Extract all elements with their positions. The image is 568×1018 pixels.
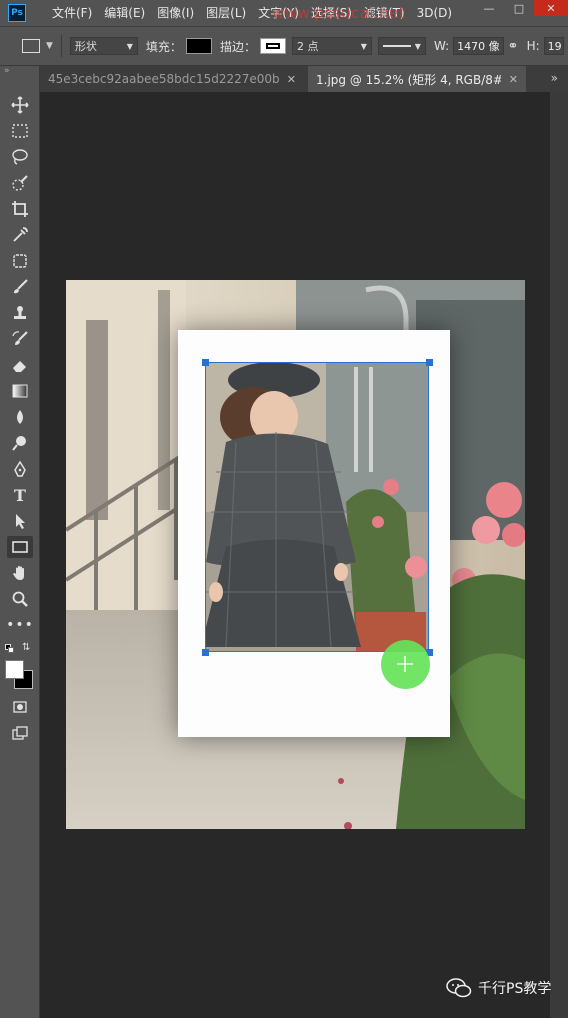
- fill-label: 填充：: [145, 39, 182, 54]
- path-select-icon[interactable]: [7, 510, 33, 532]
- tools-panel: » T ••• ⇅: [0, 66, 40, 1018]
- crop-icon[interactable]: [7, 198, 33, 220]
- stroke-width-value: 2 点: [296, 40, 319, 53]
- site-watermark: www.pssucai.net: [272, 4, 406, 22]
- shape-tool-preset-icon[interactable]: [22, 39, 40, 53]
- gradient-icon[interactable]: [7, 380, 33, 402]
- screen-mode-icon[interactable]: [7, 722, 33, 744]
- height-label: H:: [526, 39, 540, 53]
- collapse-panel-icon[interactable]: »: [4, 66, 10, 76]
- transform-handle-top-right[interactable]: [426, 359, 433, 366]
- menu-edit[interactable]: 编辑(E): [98, 0, 151, 26]
- more-tools-icon[interactable]: •••: [6, 614, 33, 636]
- stroke-swatch[interactable]: [259, 38, 286, 54]
- link-icon[interactable]: ⚭: [508, 39, 519, 54]
- quick-select-icon[interactable]: [7, 172, 33, 194]
- document-tabbar: 45e3cebc92aabee58bdc15d2227e00bb.jpg ✕ 1…: [0, 66, 568, 92]
- hand-icon[interactable]: [7, 562, 33, 584]
- wechat-icon: [446, 978, 472, 998]
- tab-label: 45e3cebc92aabee58bdc15d2227e00bb.jpg: [48, 72, 279, 86]
- marquee-icon[interactable]: [7, 120, 33, 142]
- clipped-photo-layer[interactable]: [206, 362, 429, 652]
- blur-icon[interactable]: [7, 406, 33, 428]
- chevron-down-icon: ▼: [360, 41, 367, 51]
- window-controls: — □ ✕: [474, 0, 568, 26]
- stroke-label: 描边：: [219, 39, 256, 54]
- healing-icon[interactable]: [7, 250, 33, 272]
- width-input[interactable]: 1470 像: [453, 37, 504, 55]
- options-bar: ▼ 形状 ▼ 填充： 描边： 2 点 ▼ ▼ W: 1470 像 ⚭ H: 19: [0, 26, 568, 66]
- menu-3d[interactable]: 3D(D): [411, 0, 458, 26]
- tab-document-1[interactable]: 45e3cebc92aabee58bdc15d2227e00bb.jpg ✕: [40, 66, 304, 92]
- divider: [60, 35, 62, 57]
- width-label: W:: [433, 39, 450, 53]
- chevron-down-icon: ▼: [126, 41, 133, 51]
- tab-document-2[interactable]: 1.jpg @ 15.2% (矩形 4, RGB/8#) * ✕: [308, 66, 526, 92]
- stroke-type-select[interactable]: ▼: [377, 37, 426, 55]
- move-icon[interactable]: [7, 94, 33, 116]
- menu-file[interactable]: 文件(F): [46, 0, 98, 26]
- lasso-icon[interactable]: [7, 146, 33, 168]
- stamp-icon[interactable]: [7, 302, 33, 324]
- rectangle-icon[interactable]: [7, 536, 33, 558]
- eyedropper-icon[interactable]: [7, 224, 33, 246]
- foreground-color-swatch[interactable]: [5, 660, 24, 679]
- chevron-down-icon[interactable]: ▼: [46, 41, 53, 51]
- tool-mode-select[interactable]: 形状 ▼: [69, 37, 138, 55]
- dodge-icon[interactable]: [7, 432, 33, 454]
- stroke-preview-icon: [265, 43, 280, 49]
- close-icon[interactable]: ✕: [509, 73, 518, 86]
- pen-icon[interactable]: [7, 458, 33, 480]
- tab-label: 1.jpg @ 15.2% (矩形 4, RGB/8#) *: [316, 72, 501, 87]
- girl-photo: [206, 362, 429, 652]
- crosshair-cursor-icon: [397, 656, 413, 672]
- zoom-icon[interactable]: [7, 588, 33, 610]
- wechat-watermark: 千行PS教学: [446, 978, 551, 998]
- quick-mask-icon[interactable]: [7, 696, 33, 718]
- watermark-text: 千行PS教学: [478, 981, 552, 997]
- default-colors-icon[interactable]: [5, 644, 15, 654]
- stroke-width-select[interactable]: 2 点 ▼: [291, 37, 372, 55]
- transform-handle-top-left[interactable]: [202, 359, 209, 366]
- eraser-icon[interactable]: [7, 354, 33, 376]
- menu-layer[interactable]: 图层(L): [200, 0, 252, 26]
- menu-image[interactable]: 图像(I): [151, 0, 200, 26]
- maximize-icon[interactable]: □: [504, 0, 534, 16]
- brush-icon[interactable]: [7, 276, 33, 298]
- transform-handle-bottom-left[interactable]: [202, 649, 209, 656]
- swap-colors-icon[interactable]: ⇅: [22, 642, 30, 653]
- close-icon[interactable]: ✕: [287, 73, 296, 86]
- chevron-down-icon: ▼: [414, 41, 421, 51]
- height-input[interactable]: 19: [543, 37, 564, 55]
- minimize-icon[interactable]: —: [474, 0, 504, 16]
- tabs-overflow-icon[interactable]: »: [551, 71, 558, 85]
- photoshop-logo[interactable]: Ps: [8, 4, 26, 22]
- line-style-icon: [382, 45, 411, 47]
- menu-bar: Ps 文件(F) 编辑(E) 图像(I) 图层(L) 文字(Y) 选择(S) 滤…: [0, 0, 568, 26]
- right-scrollbar[interactable]: [550, 92, 568, 1018]
- history-brush-icon[interactable]: [7, 328, 33, 350]
- tool-mode-value: 形状: [74, 40, 97, 53]
- fill-swatch[interactable]: [185, 38, 212, 54]
- close-icon[interactable]: ✕: [534, 0, 568, 16]
- type-icon[interactable]: T: [7, 484, 33, 506]
